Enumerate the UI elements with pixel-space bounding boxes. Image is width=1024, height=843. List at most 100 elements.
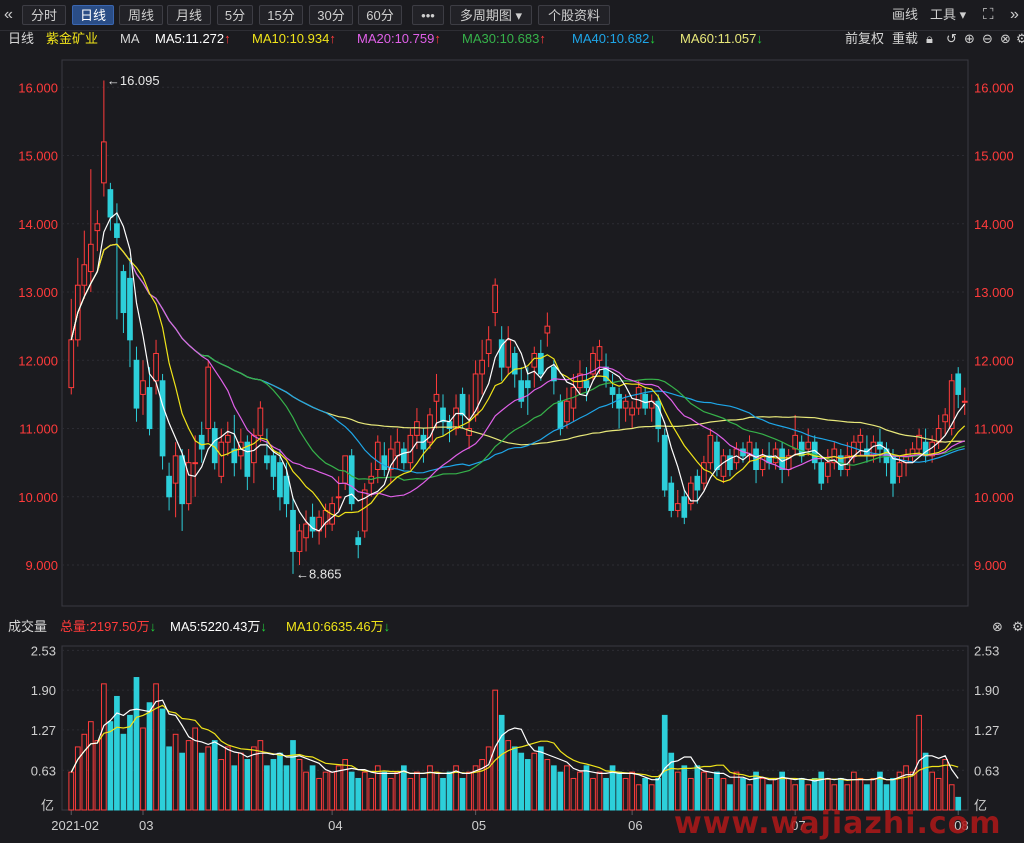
volume-bar: [348, 771, 355, 811]
volume-bar: [68, 771, 75, 811]
toolbar: « 分时 日线 周线 月线 5分 15分 30分 60分 ••• 多周期图 ▾ 个股资料 画线 工具…: [0, 0, 1024, 31]
x-tick-label: 05: [472, 818, 486, 833]
tab-9[interactable]: 多周期图 ▾: [450, 5, 532, 25]
ma-value-4: MA40:10.682↓: [572, 31, 656, 46]
tab-6[interactable]: 30分: [309, 5, 353, 25]
candle-body: [270, 455, 277, 477]
volume-bar: [577, 771, 583, 811]
volume-bar: [440, 777, 446, 811]
price-tick-label: 9.000: [25, 558, 58, 573]
tab-1[interactable]: 日线: [72, 5, 114, 25]
volume-bar: [681, 765, 688, 811]
candle-body: [472, 373, 479, 416]
volume-bar: [420, 777, 427, 811]
tab-3[interactable]: 月线: [167, 5, 211, 25]
candle-body: [681, 496, 688, 518]
close-icon[interactable]: ⊗: [1000, 30, 1011, 48]
undo-icon[interactable]: ↺: [946, 30, 957, 48]
zoom-out-icon[interactable]: ⊖: [982, 30, 993, 48]
volume-tick-label-right: 2.53: [974, 643, 999, 658]
volume-bar: [466, 771, 472, 811]
volume-bar: [433, 771, 440, 811]
candle-body: [824, 462, 831, 477]
volume-bar: [942, 759, 949, 811]
collapse-left-icon[interactable]: «: [4, 5, 13, 25]
volume-bar: [518, 752, 525, 811]
lock-icon[interactable]: 🔒︎: [926, 30, 933, 48]
candle-body: [192, 462, 199, 465]
volume-bar: [635, 784, 642, 811]
volume-bar: [851, 771, 857, 811]
period-label: 日线: [8, 31, 35, 46]
candle-body: [616, 393, 622, 409]
tab-4[interactable]: 5分: [217, 5, 253, 25]
candle-body: [283, 475, 290, 505]
candle-body: [374, 441, 381, 471]
volume-bar: [381, 771, 388, 811]
reload-label[interactable]: 重载: [892, 30, 918, 48]
volume-tick-label-right: 0.63: [974, 763, 999, 778]
volume-bar: [655, 777, 662, 811]
candle-body: [479, 359, 485, 375]
tab-2[interactable]: 周线: [119, 5, 163, 25]
price-tick-label: 16.000: [18, 80, 58, 95]
candle-body: [818, 462, 825, 484]
candle-body: [896, 462, 903, 477]
kline-chart[interactable]: 9.000 9.000 10.000 10.000 11.000 11.000 12.000…: [0, 48, 1024, 843]
volume-bar: [818, 771, 825, 811]
volume-bar: [570, 777, 577, 811]
volume-bar: [524, 759, 531, 811]
candle-body: [120, 271, 127, 314]
volume-bar: [394, 771, 401, 811]
tab-5[interactable]: 15分: [259, 5, 303, 25]
candle-body: [955, 373, 962, 395]
candle-body: [198, 434, 205, 450]
volume-bar: [616, 771, 622, 811]
candle-body: [127, 277, 133, 341]
candle-body: [179, 455, 185, 505]
candle-body: [485, 339, 492, 354]
adjust-label[interactable]: 前复权: [845, 30, 884, 48]
candle-body: [257, 407, 264, 436]
volume-bar: [153, 683, 159, 811]
candle-body: [414, 421, 420, 436]
volume-bar: [237, 752, 244, 811]
volume-bar: [903, 765, 909, 811]
candle-body: [537, 352, 544, 375]
price-tick-label: 14.000: [18, 217, 58, 232]
tab-8[interactable]: •••: [412, 5, 444, 25]
price-tick-label: 10.000: [18, 490, 58, 505]
candle-body: [172, 455, 179, 484]
volume-bar: [446, 771, 453, 811]
expand-icon[interactable]: ⛶: [983, 5, 994, 25]
draw-line-button[interactable]: 画线: [892, 5, 918, 25]
tools-menu-button[interactable]: 工具 ▾: [930, 5, 966, 25]
volume-bar: [909, 771, 916, 811]
collapse-right-icon[interactable]: »: [1010, 5, 1019, 25]
tab-0[interactable]: 分时: [22, 5, 66, 25]
candle-body: [218, 441, 225, 477]
volume-bar: [596, 771, 603, 811]
volume-bar: [140, 727, 146, 811]
volume-bar: [622, 777, 629, 811]
volume-bar: [557, 771, 564, 811]
volume-bar: [387, 777, 394, 811]
gear-icon[interactable]: ⚙: [1016, 30, 1024, 48]
volume-bar: [146, 702, 153, 811]
price-tick-label-right: 12.000: [974, 353, 1014, 368]
zoom-in-icon[interactable]: ⊕: [964, 30, 975, 48]
volume-bar: [551, 765, 557, 811]
candle-body: [394, 441, 401, 457]
volume-tick-label-right: 1.27: [974, 723, 999, 738]
tab-7[interactable]: 60分: [358, 5, 402, 25]
volume-bar: [661, 714, 668, 811]
volume-bar: [270, 759, 277, 811]
x-tick-label: 2021-02: [51, 818, 99, 833]
extreme-annotation: ←16.095: [107, 73, 160, 88]
candle-body: [264, 455, 270, 464]
volume-bar: [166, 746, 172, 811]
volume-bar: [916, 714, 922, 811]
volume-bar: [329, 771, 335, 811]
tab-10[interactable]: 个股资料: [538, 5, 610, 25]
volume-bar: [648, 784, 655, 811]
